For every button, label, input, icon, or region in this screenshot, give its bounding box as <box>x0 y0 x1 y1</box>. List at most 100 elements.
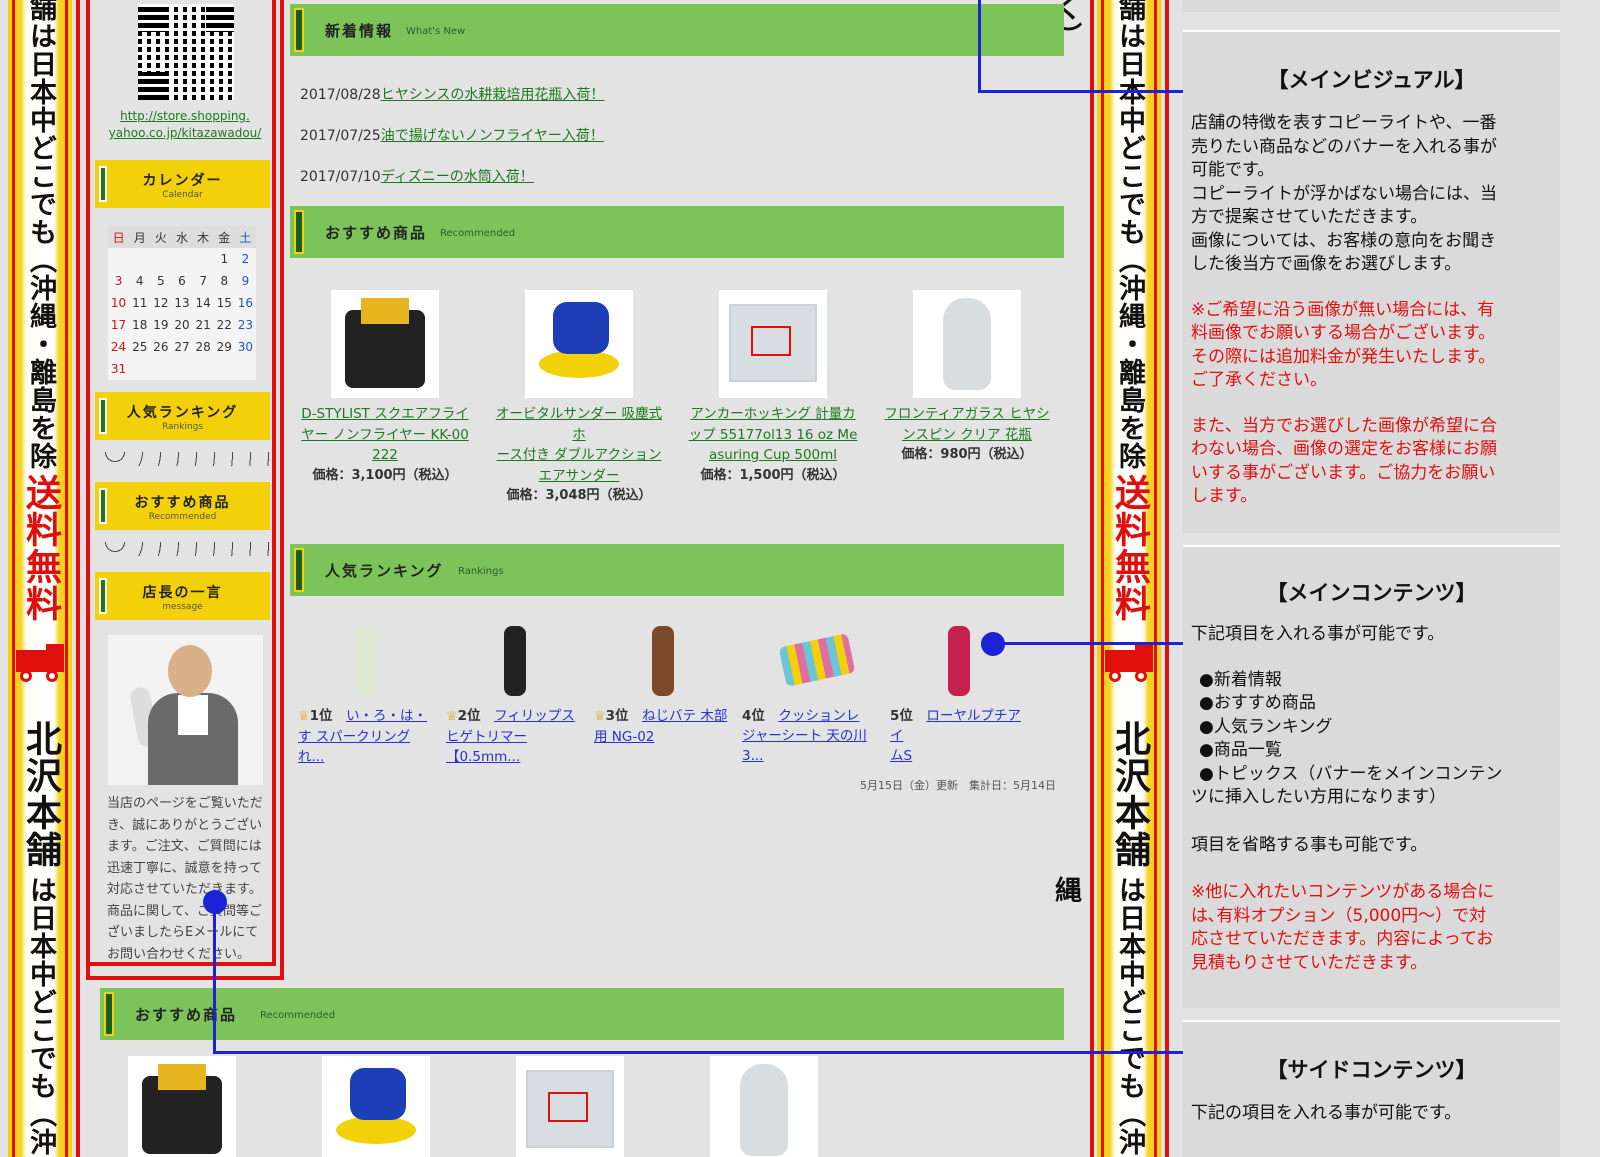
message-line: き、誠にありがとうござい <box>107 817 263 833</box>
product-name[interactable]: アンカーホッキング 計量カ ップ 55177ol13 16 oz Me asurin… <box>688 404 858 466</box>
ranking-item[interactable]: ♕1位 い・ろ・は・す スパークリング れ... <box>298 620 438 767</box>
calendar-day: 11 <box>132 296 148 310</box>
product-image[interactable] <box>516 1056 624 1157</box>
calendar-day: 10 <box>110 296 127 310</box>
callout-line <box>1000 642 1190 645</box>
product-image[interactable] <box>719 290 827 398</box>
calendar-day: 13 <box>174 296 190 310</box>
visual-text-line: した後当方で画像をお選びします。 <box>1191 254 1462 274</box>
product-card[interactable] <box>485 1056 655 1157</box>
message-line: 迅速丁寧に、誠意を持って <box>107 860 262 876</box>
recommended-side-header[interactable]: おすすめ商品 Recommended <box>95 482 270 530</box>
ranking-image[interactable] <box>930 620 990 700</box>
ranking-name[interactable]: ねじバテ 木部 <box>642 708 727 724</box>
visual-text-line: 店舗の特徴を表すコピーライトや、一番 <box>1191 113 1497 133</box>
visual-text-line: コピーライトが浮かばない場合には、当 <box>1191 183 1497 204</box>
contents-bullet: ●おすすめ商品 <box>1199 693 1316 713</box>
product-card[interactable] <box>291 1056 461 1157</box>
news-link[interactable]: 油で揚げないノンフライヤー入荷！ <box>381 128 604 144</box>
calendar-day: 20 <box>174 318 190 332</box>
ranking-name-cont[interactable]: 用 NG-02 <box>594 727 734 747</box>
callout-line <box>978 90 1190 93</box>
ranking-updated: 5月15日（金）更新 集計日：5月14日 <box>860 779 1056 792</box>
product-image[interactable] <box>331 290 439 398</box>
product-name[interactable]: D-STYLIST スクエアフライ ヤー ノンフライヤー KK-00 222 <box>300 404 470 466</box>
ranking-side-header[interactable]: 人気ランキング Rankings <box>95 392 270 440</box>
visual-text-line: 画像については、お客様の意向をお聞き <box>1191 230 1497 251</box>
calendar-day <box>171 358 192 380</box>
message-line: 当店のページをご覧いただ <box>107 796 263 811</box>
ranking-image[interactable] <box>778 620 856 700</box>
calendar-day: 26 <box>153 340 169 354</box>
recommended2-header: おすすめ商品 Recommended <box>100 988 1064 1040</box>
left-banner: 舗は日本中どこでも（沖縄・離島を除く） 送料無料 北沢本舗 は日本中どこでも（沖… <box>8 0 72 1157</box>
product-image[interactable] <box>710 1056 818 1157</box>
news-link[interactable]: ヒヤシンスの水耕栽培用花瓶入荷！ <box>381 87 605 103</box>
calendar-weekday: 水 <box>171 226 193 248</box>
manager-message: 当店のページをご覧いただ き、誠にありがとうござい ます。ご注文、ご質問には 迅速丁寧… <box>107 793 275 965</box>
visual-text-line: 方で提案させていただきます。 <box>1191 207 1428 227</box>
product-price: 価格：1,500円（税込） <box>700 467 846 483</box>
ranking-name-cont[interactable]: す スパークリング れ... <box>298 727 438 767</box>
visual-note-line: いする事がございます。ご協力をお願い <box>1191 462 1496 483</box>
panel-main-visual: 【メインビジュアル】 店舗の特徴を表すコピーライトや、一番 売りたい商品などのバナ… <box>1183 30 1560 533</box>
calendar-day: 29 <box>216 340 232 354</box>
product-card[interactable]: オービタルサンダー 吸塵式ホ ース付き ダブルアクション エアサンダー 価格：3,04… <box>494 290 664 506</box>
product-card[interactable]: フロンティアガラス ヒヤシ ンスピン クリア 花瓶 価格：980円（税込） <box>882 290 1052 465</box>
product-card[interactable]: D-STYLIST スクエアフライ ヤー ノンフライヤー KK-00 222 価格：3… <box>300 290 470 486</box>
product-name[interactable]: オービタルサンダー 吸塵式ホ ース付き ダブルアクション エアサンダー <box>494 404 664 486</box>
ranking-name-cont[interactable]: ヒゲトリマー <box>446 727 586 747</box>
right-banner: 舗は日本中どこでも（沖縄・離島を除く） 送料無料 北沢本舗 は日本中どこでも（沖… <box>1050 0 1161 1157</box>
manager-photo <box>108 635 263 785</box>
calendar-day: 31 <box>110 362 127 376</box>
ranking-item[interactable]: ♕2位 フィリップス ヒゲトリマー 【0.5mm... <box>446 620 586 767</box>
ranking-image[interactable] <box>486 620 546 700</box>
callout-line <box>213 900 216 1054</box>
product-card[interactable]: アンカーホッキング 計量カ ップ 55177ol13 16 oz Me asurin… <box>688 290 858 486</box>
calendar-day: 5 <box>157 274 165 288</box>
message-line: ます。ご注文、ご質問には <box>107 839 262 854</box>
ranking-image[interactable] <box>338 620 398 700</box>
ranking-name[interactable]: フィリップス <box>494 708 575 724</box>
calendar-day: 18 <box>132 318 148 332</box>
contents-bullet: ●新着情報 <box>1199 669 1282 690</box>
product-image[interactable] <box>913 290 1021 398</box>
calendar-day: 23 <box>237 318 254 332</box>
message-line: お問い合わせください。 <box>107 946 251 962</box>
calendar-day: 24 <box>110 340 127 354</box>
calendar-weekday: 金 <box>213 226 235 248</box>
calendar-day: 7 <box>199 274 207 288</box>
panel-side-contents: 【サイドコンテンツ】 下記の項目を入れる事が可能です。 <box>1183 1020 1560 1157</box>
ranking-item[interactable]: 4位 クッションレジャーシート 天の川 3... <box>742 620 882 766</box>
ranking-name[interactable]: クッションレ <box>778 708 859 724</box>
news-item: 2017/07/10ディズニーの水筒入荷！ <box>300 166 534 186</box>
right-banner-free-shipping: 送料無料 <box>1109 474 1150 622</box>
product-card[interactable] <box>679 1056 849 1157</box>
wave-divider <box>95 452 270 466</box>
product-image[interactable] <box>525 290 633 398</box>
ranking-name[interactable]: い・ろ・は・ <box>346 708 427 724</box>
news-link[interactable]: ディズニーの水筒入荷！ <box>381 169 534 185</box>
ranking-name-cont[interactable]: 【0.5mm... <box>446 747 586 767</box>
ranking-name-cont[interactable]: ジャーシート 天の川 <box>742 726 882 746</box>
ranking-name-cont[interactable]: ムS <box>890 746 1030 766</box>
visual-note-line: ご了承ください。 <box>1191 370 1327 390</box>
store-url-link[interactable]: http://store.shopping. yahoo.co.jp/kitaza… <box>105 108 265 142</box>
contents-bullet: ●人気ランキング <box>1199 716 1333 737</box>
product-image[interactable] <box>128 1056 236 1157</box>
truck-icon <box>16 644 64 682</box>
crown-icon: ♕ <box>298 709 310 724</box>
ranking-image[interactable] <box>634 620 694 700</box>
calendar-day <box>129 358 150 380</box>
truck-icon <box>1105 644 1153 682</box>
product-image[interactable] <box>322 1056 430 1157</box>
product-name[interactable]: フロンティアガラス ヒヤシ ンスピン クリア 花瓶 <box>882 404 1052 445</box>
calendar-day <box>150 248 171 270</box>
ranking-item[interactable]: ♕3位 ねじバテ 木部用 NG-02 <box>594 620 734 747</box>
calendar-day: 30 <box>237 340 254 354</box>
contents-note-line: ※他に入れたいコンテンツがある場合に <box>1191 882 1495 902</box>
calendar-day <box>150 358 171 380</box>
ranking-position: 4位 <box>742 708 779 724</box>
ranking-name-cont[interactable]: 3... <box>742 746 882 766</box>
product-card[interactable] <box>97 1056 267 1157</box>
